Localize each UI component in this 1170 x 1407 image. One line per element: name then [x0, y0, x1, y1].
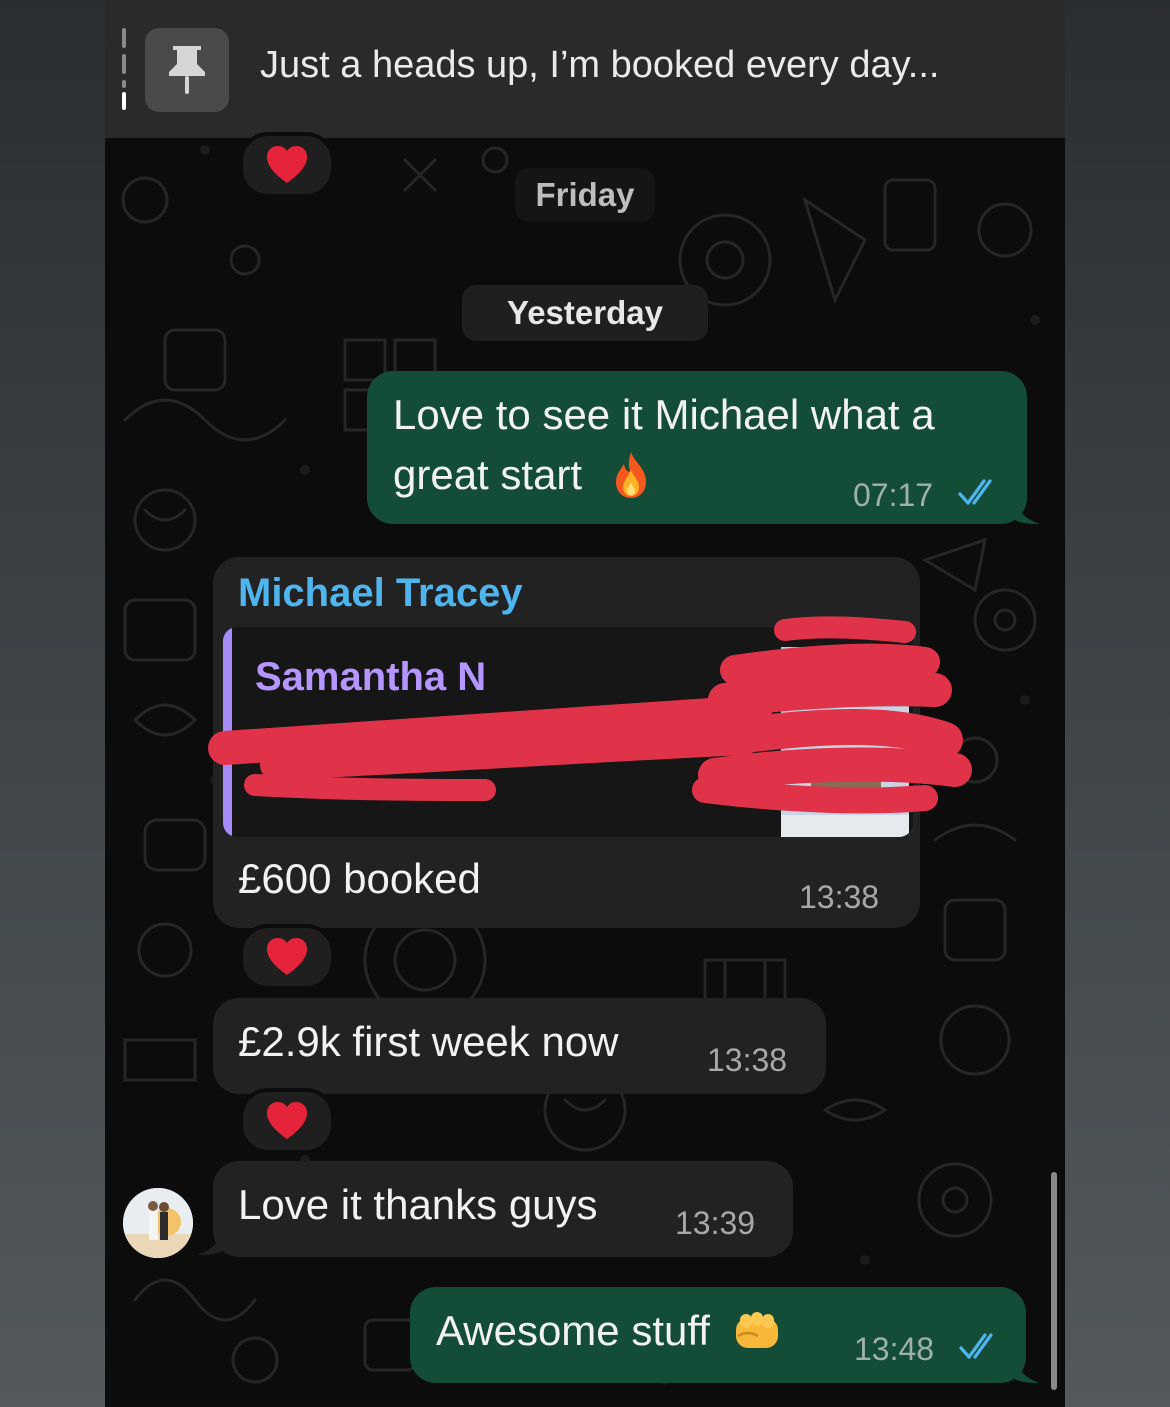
message-text-line: great start — [393, 451, 583, 498]
outgoing-message[interactable]: Awesome stuff 13:48 — [410, 1287, 1026, 1383]
message-text: £2.9k first week now — [238, 1018, 619, 1065]
reaction-heart[interactable] — [239, 924, 335, 990]
date-chip-yesterday: Yesterday — [462, 285, 708, 341]
quoted-sender-name: Samantha N — [255, 655, 487, 699]
message-time: 07:17 — [853, 477, 934, 513]
message-text: Awesome stuff — [436, 1307, 710, 1354]
pinned-message-bar[interactable]: Just a heads up, I’m booked every day... — [105, 0, 1065, 138]
incoming-message[interactable]: Love it thanks guys 13:39 — [213, 1161, 793, 1257]
sender-name[interactable]: Michael Tracey — [238, 571, 523, 616]
read-receipt-icon — [958, 479, 992, 505]
read-receipt-icon — [959, 1333, 993, 1359]
incoming-message[interactable]: £2.9k first week now 13:38 — [213, 998, 826, 1094]
message-text: £600 booked — [238, 855, 481, 902]
message-text: Love it thanks guys — [238, 1181, 598, 1228]
message-time: 13:39 — [675, 1205, 756, 1241]
fire-emoji-icon — [615, 451, 646, 498]
pin-icon — [145, 28, 229, 112]
reaction-heart[interactable] — [239, 1088, 335, 1154]
sender-avatar[interactable] — [123, 1188, 193, 1258]
red-heart-icon — [267, 1102, 307, 1139]
incoming-message[interactable]: Michael Tracey Samantha N £600 booked 13… — [213, 557, 920, 928]
quoted-image-thumbnail — [781, 647, 909, 837]
quoted-message[interactable]: Samantha N — [223, 627, 913, 837]
message-time: 13:38 — [799, 879, 880, 915]
date-chip-friday: Friday — [515, 168, 655, 222]
message-text-line: Love to see it Michael what a — [393, 391, 935, 438]
bubble-tail — [1010, 1353, 1040, 1383]
red-heart-icon — [267, 938, 307, 975]
chat-screen: Just a heads up, I’m booked every day...… — [105, 0, 1065, 1407]
reaction-heart[interactable] — [239, 132, 335, 198]
quote-accent-bar — [223, 627, 232, 837]
red-heart-icon — [267, 146, 307, 183]
outgoing-message[interactable]: Love to see it Michael what a great star… — [367, 371, 1027, 524]
pinned-message-text: Just a heads up, I’m booked every day... — [260, 44, 940, 86]
oncoming-fist-emoji-icon — [735, 1311, 778, 1348]
message-time: 13:38 — [707, 1042, 788, 1078]
bubble-tail — [1010, 494, 1040, 524]
message-time: 13:48 — [854, 1331, 935, 1367]
pin-page-indicator — [122, 28, 126, 110]
scrollbar[interactable] — [1051, 1172, 1057, 1390]
